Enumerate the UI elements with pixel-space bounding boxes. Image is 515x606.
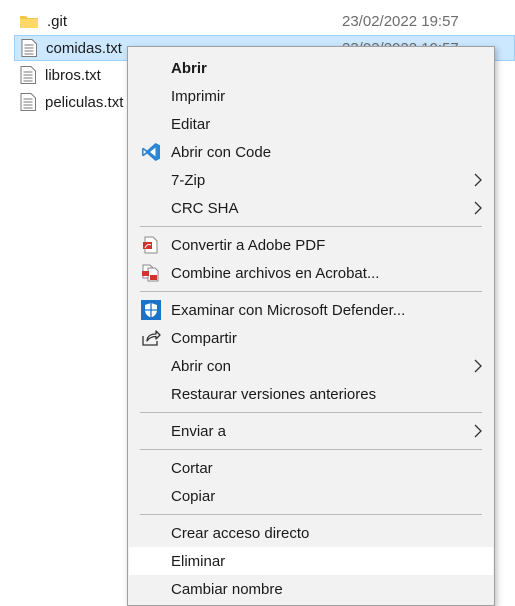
menu-item-label: CRC SHA <box>171 199 239 217</box>
menu-item-7zip[interactable]: 7-Zip <box>129 166 493 194</box>
file-name: peliculas.txt <box>45 93 124 111</box>
menu-item-label: Abrir <box>171 59 207 77</box>
menu-item-restaurar[interactable]: Restaurar versiones anteriores <box>129 380 493 408</box>
menu-item-label: Combine archivos en Acrobat... <box>171 264 380 282</box>
menu-item-label: Cambiar nombre <box>171 580 283 598</box>
menu-item-copiar[interactable]: Copiar <box>129 482 493 510</box>
file-name: comidas.txt <box>46 39 122 57</box>
file-explorer: .git 23/02/2022 19:57 comidas.txt 23/02/… <box>0 0 515 606</box>
menu-item-label: Restaurar versiones anteriores <box>171 385 377 403</box>
chevron-right-icon <box>473 358 483 374</box>
menu-item-label: Examinar con Microsoft Defender... <box>171 301 406 319</box>
share-icon <box>140 327 162 349</box>
text-file-icon <box>20 66 36 84</box>
menu-item-cambiar-nombre[interactable]: Cambiar nombre <box>129 575 493 603</box>
menu-separator <box>140 514 482 515</box>
menu-item-label: Enviar a <box>171 422 227 440</box>
acrobat-combine-icon <box>140 262 162 284</box>
menu-item-label: Imprimir <box>171 87 226 105</box>
menu-item-convertir-pdf[interactable]: Convertir a Adobe PDF <box>129 231 493 259</box>
menu-item-abrir[interactable]: Abrir <box>129 54 493 82</box>
file-name: .git <box>47 12 68 30</box>
menu-item-label: Eliminar <box>171 552 226 570</box>
menu-item-crear-acceso[interactable]: Crear acceso directo <box>129 519 493 547</box>
menu-item-label: Editar <box>171 115 211 133</box>
context-menu: Abrir Imprimir Editar Abrir con Code 7-Z… <box>127 46 495 606</box>
menu-item-label: Abrir con Code <box>171 143 272 161</box>
menu-item-eliminar[interactable]: Eliminar <box>129 547 493 575</box>
chevron-right-icon <box>473 172 483 188</box>
menu-separator <box>140 226 482 227</box>
menu-item-cortar[interactable]: Cortar <box>129 454 493 482</box>
menu-item-label: Cortar <box>171 459 213 477</box>
file-name: libros.txt <box>45 66 101 84</box>
menu-item-label: Convertir a Adobe PDF <box>171 236 326 254</box>
menu-separator <box>140 291 482 292</box>
menu-item-enviar-a[interactable]: Enviar a <box>129 417 493 445</box>
menu-item-label: Copiar <box>171 487 216 505</box>
menu-separator <box>140 449 482 450</box>
menu-item-label: Abrir con <box>171 357 232 375</box>
menu-item-defender[interactable]: Examinar con Microsoft Defender... <box>129 296 493 324</box>
menu-item-imprimir[interactable]: Imprimir <box>129 82 493 110</box>
menu-item-abrir-con[interactable]: Abrir con <box>129 352 493 380</box>
adobe-pdf-icon <box>140 234 162 256</box>
chevron-right-icon <box>473 423 483 439</box>
menu-item-compartir[interactable]: Compartir <box>129 324 493 352</box>
file-date: 23/02/2022 19:57 <box>342 12 459 30</box>
chevron-right-icon <box>473 200 483 216</box>
text-file-icon <box>21 39 37 57</box>
folder-icon <box>20 14 38 28</box>
menu-item-label: Compartir <box>171 329 237 347</box>
menu-item-crc-sha[interactable]: CRC SHA <box>129 194 493 222</box>
vscode-icon <box>140 141 162 163</box>
menu-item-label: Crear acceso directo <box>171 524 310 542</box>
defender-shield-icon <box>140 299 162 321</box>
file-row-git[interactable]: .git 23/02/2022 19:57 <box>14 8 515 34</box>
menu-item-label: 7-Zip <box>171 171 206 189</box>
menu-separator <box>140 412 482 413</box>
menu-item-abrir-con-code[interactable]: Abrir con Code <box>129 138 493 166</box>
text-file-icon <box>20 93 36 111</box>
menu-item-combine-acrobat[interactable]: Combine archivos en Acrobat... <box>129 259 493 287</box>
menu-item-editar[interactable]: Editar <box>129 110 493 138</box>
